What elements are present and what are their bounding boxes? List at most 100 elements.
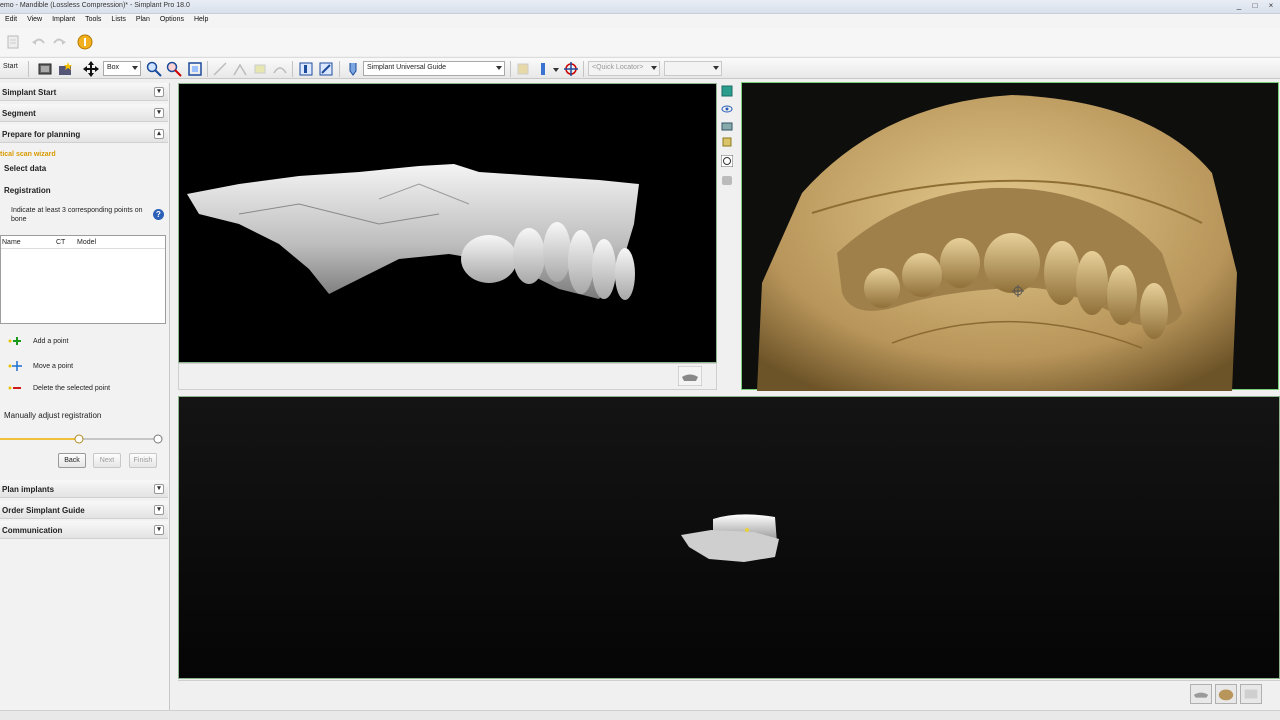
close-button[interactable]: × [1266,1,1276,11]
guide-type-value: Simplant Universal Guide [367,64,446,71]
implant-tool-icon[interactable] [298,61,314,77]
toolbar-separator [339,61,340,77]
line-measure-icon[interactable] [212,61,228,77]
menu-implant[interactable]: Implant [47,14,80,28]
combined-model-preview [681,514,779,562]
angle-measure-icon[interactable] [232,61,248,77]
ct-model-thumbnail[interactable] [1190,684,1212,704]
move-cross-icon[interactable] [83,61,99,77]
crosshair-icon[interactable] [563,61,579,77]
section-label: Prepare for planning [2,130,81,139]
zoom-icon[interactable] [146,61,162,77]
delete-point-label: Delete the selected point [33,385,111,392]
delete-point-icon [8,386,21,390]
chevron-down-icon[interactable]: ▾ [154,87,164,97]
status-bar [0,710,1280,720]
undo-icon[interactable] [31,34,47,50]
column-name[interactable]: Name [2,239,21,246]
slider-end-marker [153,434,163,444]
star-tool-icon[interactable] [57,61,73,77]
step-select-data[interactable]: Select data [4,164,46,173]
viewport-tools [718,83,738,390]
add-point-icon [8,337,21,345]
chevron-down-icon[interactable]: ▾ [154,108,164,118]
screenshot-icon[interactable] [721,120,733,132]
annotation-icon[interactable] [252,61,268,77]
menu-lists[interactable]: Lists [106,14,130,28]
rotate-icon[interactable] [721,155,733,167]
start-menu-label[interactable]: Start [3,63,18,70]
slider-thumb[interactable] [74,434,84,444]
section-order-simplant-guide[interactable]: Order Simplant Guide ▾ [0,501,168,519]
manual-adjust-label: Manually adjust registration [4,411,102,420]
zoom-fit-icon[interactable] [166,61,182,77]
info-icon[interactable] [77,34,93,50]
secondary-select[interactable] [664,61,722,76]
minimize-button[interactable]: _ [1234,1,1244,11]
jaw-bone-model [187,164,639,300]
registration-3d-viewport[interactable] [178,396,1280,679]
points-table-header: Name CT Model [1,236,165,249]
chevron-down-icon [132,66,138,70]
view-orientation-icon[interactable] [678,366,702,386]
chevron-up-icon[interactable]: ▴ [154,129,164,139]
points-table[interactable]: Name CT Model [0,235,166,324]
redo-icon[interactable] [51,34,67,50]
quick-locator-select[interactable]: <Quick Locator> [588,61,660,76]
menu-plan[interactable]: Plan [131,14,155,28]
menu-tools[interactable]: Tools [80,14,106,28]
toolbar-separator [207,61,208,77]
selection-mode-select[interactable]: Box [103,61,141,76]
tag-icon[interactable] [721,136,733,148]
stone-model-thumbnail[interactable] [1215,684,1237,704]
sleeve-icon[interactable] [535,61,551,77]
chat-icon[interactable] [721,175,733,187]
ct-3d-viewport[interactable] [178,83,717,363]
column-ct[interactable]: CT [56,239,65,246]
image-tool-icon[interactable] [37,61,53,77]
menu-help[interactable]: Help [189,14,213,28]
drill-icon[interactable] [515,61,531,77]
stone-model [757,95,1237,391]
layout-icon[interactable] [721,85,733,97]
section-plan-implants[interactable]: Plan implants ▾ [0,480,168,498]
profile-icon[interactable] [272,61,288,77]
chevron-down-icon[interactable] [552,61,560,77]
chevron-down-icon[interactable]: ▾ [154,484,164,494]
document-icon[interactable] [5,34,21,50]
toolbar-separator [292,61,293,77]
registration-slider[interactable] [0,434,164,444]
section-label: Communication [2,526,63,535]
section-communication[interactable]: Communication ▾ [0,521,168,539]
quick-access-bar [0,28,1280,56]
help-icon[interactable]: ? [153,209,164,220]
menu-view[interactable]: View [22,14,47,28]
menu-edit[interactable]: Edit [0,14,22,28]
ct-viewport-footer [178,363,717,390]
frame-icon[interactable] [187,61,203,77]
title-bar: emo - Mandible (Lossless Compression)* -… [0,0,1280,14]
menu-bar: Edit View Implant Tools Lists Plan Optio… [0,14,1280,28]
combined-model-thumbnail[interactable] [1240,684,1262,704]
optical-scan-viewport[interactable] [741,82,1279,391]
menu-options[interactable]: Options [155,14,189,28]
section-label: Simplant Start [2,88,57,97]
chevron-down-icon[interactable]: ▾ [154,525,164,535]
toolbar-separator [583,61,584,77]
section-prepare-for-planning[interactable]: Prepare for planning ▴ [0,125,168,143]
guide-type-select[interactable]: Simplant Universal Guide [363,61,505,76]
guide-icon[interactable] [345,61,361,77]
optical-scan-wizard-link[interactable]: tical scan wizard [0,151,56,158]
finish-button[interactable]: Finish [129,453,157,468]
section-segment[interactable]: Segment ▾ [0,104,168,122]
next-button[interactable]: Next [93,453,121,468]
window-title: emo - Mandible (Lossless Compression)* -… [0,2,190,9]
nerve-tool-icon[interactable] [318,61,334,77]
maximize-button[interactable]: □ [1250,1,1260,11]
section-simplant-start[interactable]: Simplant Start ▾ [0,83,168,101]
chevron-down-icon[interactable]: ▾ [154,505,164,515]
registration-instruction: Indicate at least 3 corresponding points… [11,207,143,223]
visibility-icon[interactable] [721,103,733,115]
column-model[interactable]: Model [77,239,96,246]
back-button[interactable]: Back [58,453,86,468]
